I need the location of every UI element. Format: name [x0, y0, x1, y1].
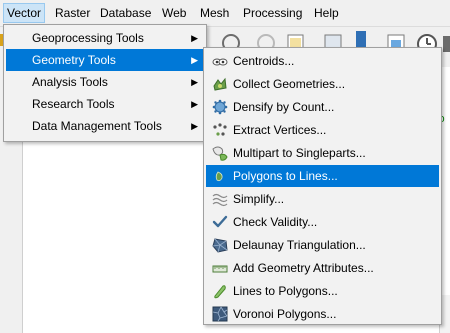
simplify-icon: [212, 193, 228, 207]
menu-database[interactable]: Database: [97, 4, 154, 22]
menu-item-geoprocessing-tools[interactable]: Geoprocessing Tools ▶: [6, 27, 204, 49]
chevron-right-icon: ▶: [191, 77, 198, 87]
menu-item-label: Add Geometry Attributes...: [233, 261, 374, 275]
menu-web[interactable]: Web: [159, 4, 189, 22]
menu-item-lines-to-polygons[interactable]: Lines to Polygons...: [206, 280, 439, 302]
menu-item-label: Geoprocessing Tools: [32, 31, 144, 45]
centroids-icon: [212, 58, 228, 66]
collect-geometries-icon: [213, 77, 227, 91]
chevron-right-icon: ▶: [191, 33, 198, 43]
menu-vector[interactable]: Vector: [3, 3, 46, 23]
menu-item-delaunay-triangulation[interactable]: Delaunay Triangulation...: [206, 234, 439, 256]
menu-item-check-validity[interactable]: Check Validity...: [206, 211, 439, 233]
menu-item-label: Centroids...: [233, 54, 295, 68]
chevron-right-icon: ▶: [191, 99, 198, 109]
densify-icon: [212, 99, 228, 115]
menu-item-label: Extract Vertices...: [233, 123, 327, 137]
menu-item-densify-by-count[interactable]: Densify by Count...: [206, 96, 439, 118]
menu-item-label: Geometry Tools: [32, 53, 116, 67]
menu-item-label: Analysis Tools: [32, 75, 108, 89]
lines-to-polygons-icon: [214, 285, 226, 299]
menu-item-label: Check Validity...: [233, 215, 318, 229]
voronoi-icon: [212, 306, 228, 322]
delaunay-icon: [212, 238, 228, 253]
menu-item-label: Simplify...: [233, 192, 285, 206]
menu-item-label: Multipart to Singleparts...: [233, 146, 366, 160]
menu-item-label: Lines to Polygons...: [233, 284, 338, 298]
menu-item-label: Polygons to Lines...: [233, 169, 338, 183]
menu-item-polygons-to-lines[interactable]: Polygons to Lines...: [206, 165, 439, 187]
menu-bar: Vector Raster Database Web Mesh Processi…: [0, 0, 450, 27]
multipart-icon: [212, 146, 228, 161]
partial-icon[interactable]: [442, 32, 450, 56]
extract-vertices-icon: [213, 123, 227, 136]
menu-help[interactable]: Help: [311, 4, 342, 22]
menu-item-research-tools[interactable]: Research Tools ▶: [6, 93, 204, 115]
geometry-tools-menu: Centroids... Collect Geometries... Densi…: [203, 47, 442, 325]
menu-item-centroids[interactable]: Centroids...: [206, 50, 439, 72]
menu-item-label: Voronoi Polygons...: [233, 307, 337, 321]
chevron-right-icon: ▶: [191, 55, 198, 65]
menu-item-data-management-tools[interactable]: Data Management Tools ▶: [6, 115, 204, 137]
menu-item-voronoi-polygons[interactable]: Voronoi Polygons...: [206, 303, 439, 325]
menu-item-add-geometry-attributes[interactable]: Add Geometry Attributes...: [206, 257, 439, 279]
menu-item-label: Data Management Tools: [32, 119, 162, 133]
menu-item-extract-vertices[interactable]: Extract Vertices...: [206, 119, 439, 141]
menu-item-analysis-tools[interactable]: Analysis Tools ▶: [6, 71, 204, 93]
menu-processing[interactable]: Processing: [240, 4, 305, 22]
menu-mesh[interactable]: Mesh: [197, 4, 232, 22]
menu-item-geometry-tools[interactable]: Geometry Tools ▶: [6, 49, 204, 71]
polygons-to-lines-icon: [215, 171, 223, 182]
menu-item-simplify[interactable]: Simplify...: [206, 188, 439, 210]
check-validity-icon: [212, 215, 228, 228]
chevron-right-icon: ▶: [191, 121, 198, 131]
menu-item-label: Collect Geometries...: [233, 77, 346, 91]
menu-item-label: Densify by Count...: [233, 100, 335, 114]
menu-raster[interactable]: Raster: [52, 4, 93, 22]
vector-menu: Geoprocessing Tools ▶ Geometry Tools ▶ A…: [3, 24, 207, 142]
menu-item-collect-geometries[interactable]: Collect Geometries...: [206, 73, 439, 95]
menu-item-label: Delaunay Triangulation...: [233, 238, 366, 252]
add-geometry-attributes-icon: [212, 265, 228, 273]
menu-item-multipart-to-singleparts[interactable]: Multipart to Singleparts...: [206, 142, 439, 164]
menu-item-label: Research Tools: [32, 97, 115, 111]
